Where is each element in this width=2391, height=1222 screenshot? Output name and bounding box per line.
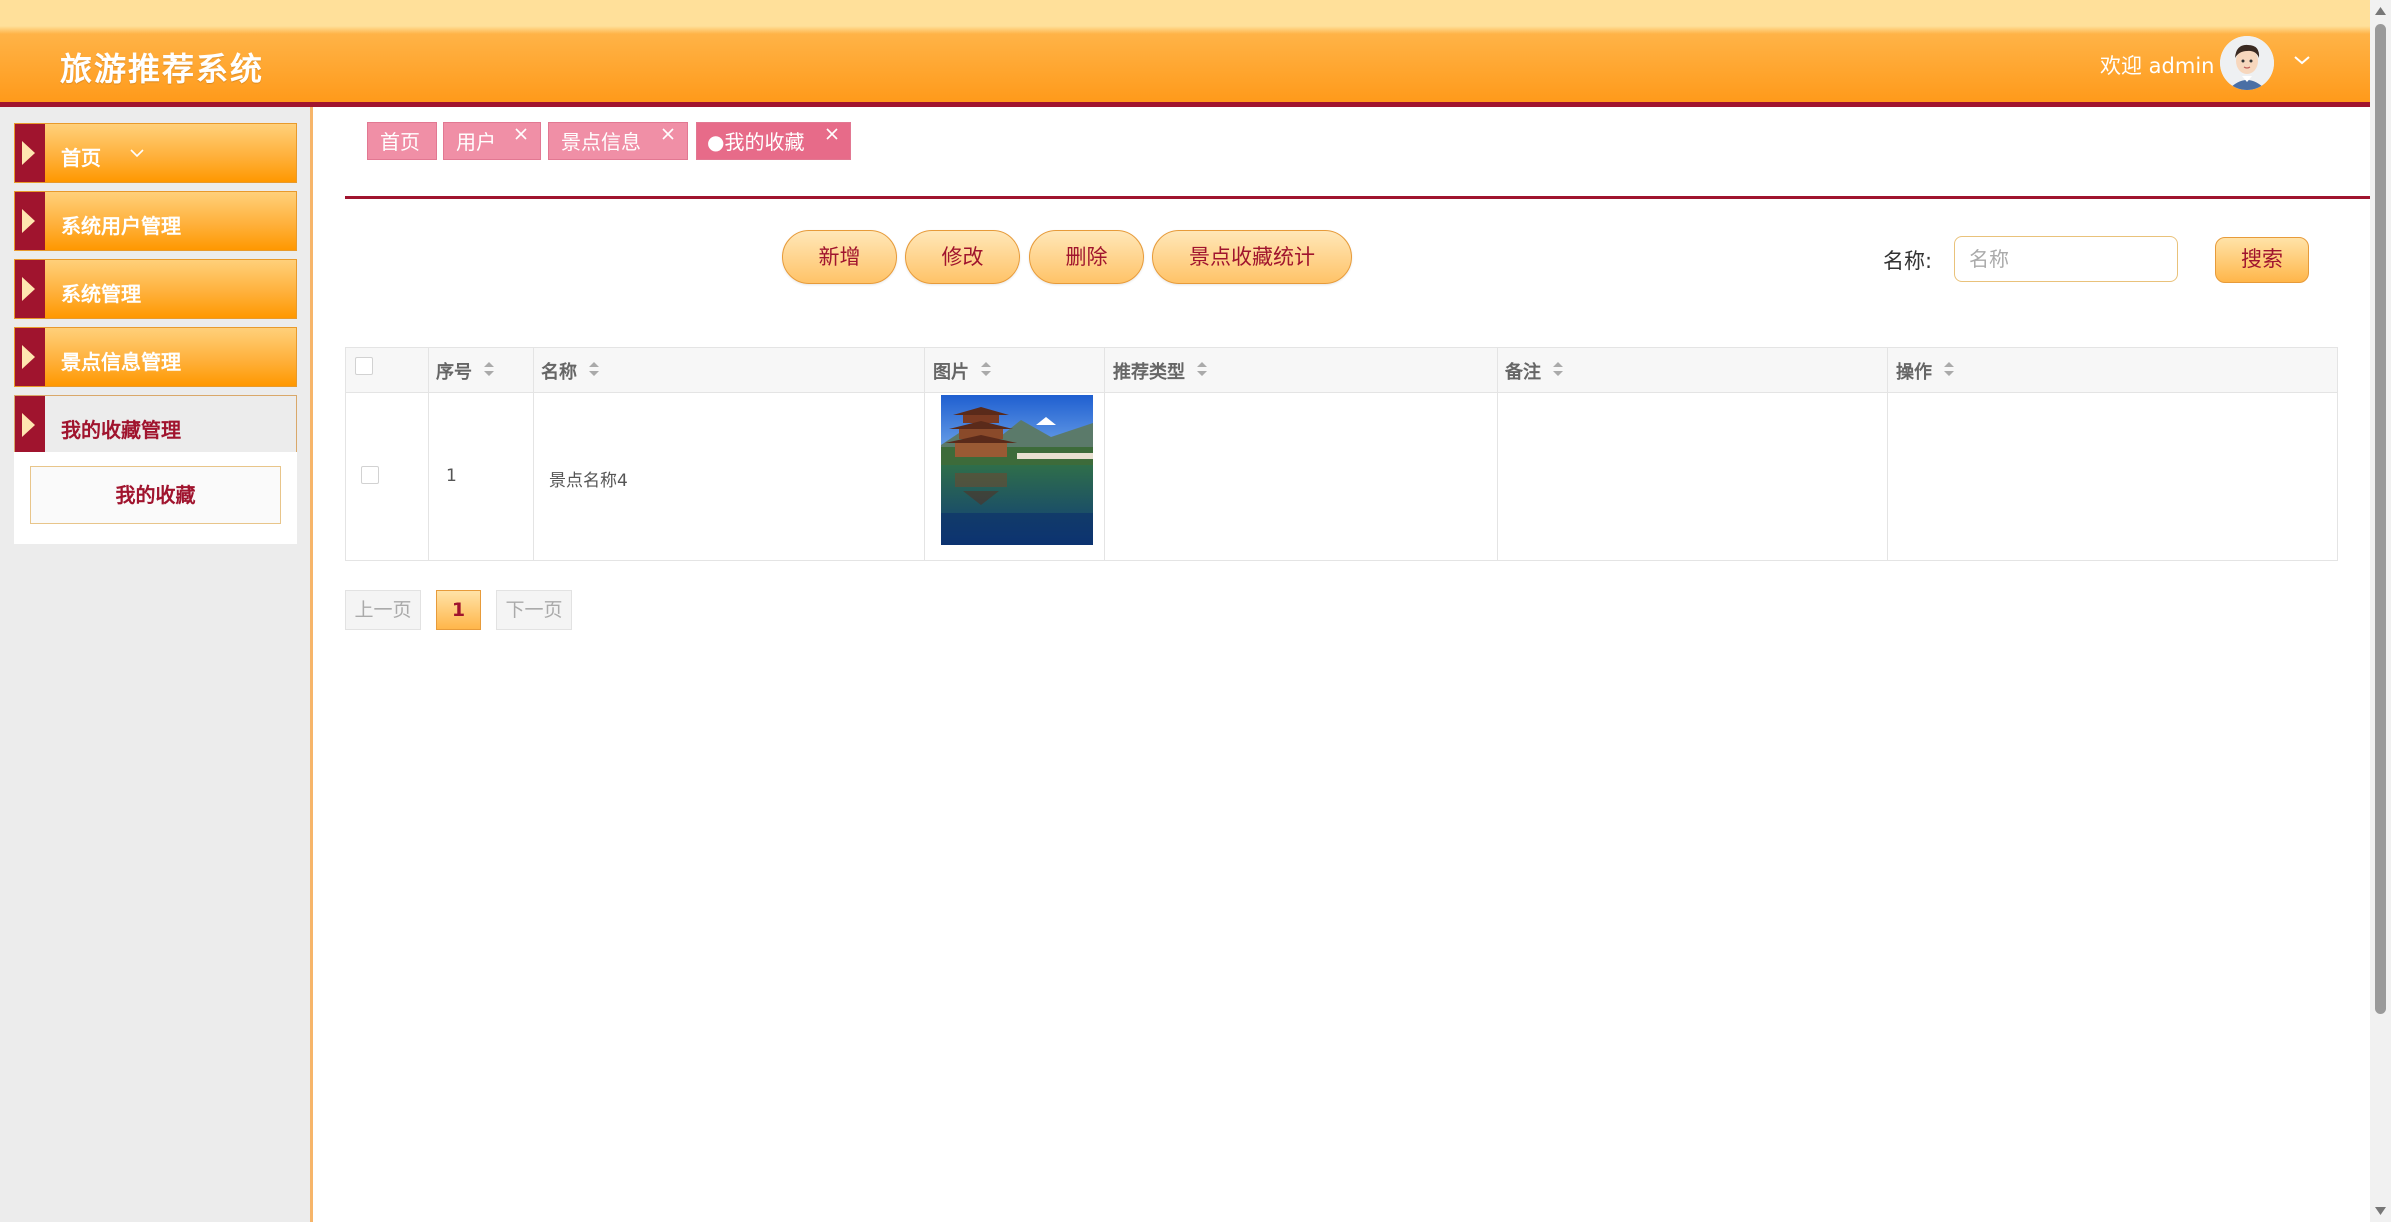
search-label: 名称:: [1883, 249, 1933, 273]
tab-label: 首页: [380, 130, 420, 154]
sidebar-item-scenic-info[interactable]: 景点信息管理: [14, 327, 297, 387]
scrollbar-thumb[interactable]: [2375, 24, 2386, 1014]
favorites-stats-button[interactable]: 景点收藏统计: [1152, 230, 1352, 284]
sidebar-item-home[interactable]: 首页: [14, 123, 297, 183]
sort-icon[interactable]: [1195, 360, 1209, 378]
triangle-right-icon: [15, 192, 45, 250]
sidebar-item-label: 我的收藏管理: [61, 418, 181, 442]
close-icon[interactable]: [661, 127, 675, 141]
data-table: 序号 名称 图片 推荐类型 备注 操作 1 景点名称4: [345, 347, 2338, 561]
column-divider: [1497, 348, 1498, 560]
search-input[interactable]: [1954, 236, 2178, 282]
next-page-button[interactable]: 下一页: [496, 590, 572, 630]
scroll-down-icon[interactable]: [2374, 1206, 2387, 1216]
prev-page-button[interactable]: 上一页: [345, 590, 421, 630]
sidebar-item-label: 系统管理: [61, 282, 141, 306]
triangle-right-icon: [15, 396, 45, 454]
tab-divider: [345, 196, 2370, 199]
sort-icon[interactable]: [1551, 360, 1565, 378]
column-divider: [924, 348, 925, 560]
column-divider: [533, 348, 534, 560]
sort-icon[interactable]: [587, 360, 601, 378]
sidebar-item-favorites[interactable]: 我的收藏管理: [14, 395, 297, 455]
tab-label: ●我的收藏: [707, 130, 805, 154]
pagoda-lake-image: [941, 395, 1093, 545]
page-number-current[interactable]: 1: [436, 590, 481, 630]
sidebar-item-label: 首页: [61, 146, 101, 170]
sort-icon[interactable]: [1942, 360, 1956, 378]
tab-scenic-info[interactable]: 景点信息: [548, 122, 688, 160]
column-header-recommend-type: 推荐类型: [1113, 362, 1185, 383]
column-header-image: 图片: [933, 362, 969, 383]
top-header: 旅游推荐系统 欢迎 admin: [0, 0, 2370, 107]
sort-icon[interactable]: [482, 360, 496, 378]
tab-home[interactable]: 首页: [367, 122, 437, 160]
chevron-down-icon: [130, 149, 144, 158]
user-avatar[interactable]: [2220, 36, 2274, 90]
sidebar-item-system-management[interactable]: 系统管理: [14, 259, 297, 319]
search-button[interactable]: 搜索: [2215, 237, 2309, 283]
column-divider: [428, 348, 429, 560]
welcome-text: 欢迎 admin: [2100, 54, 2215, 78]
app-title: 旅游推荐系统: [60, 50, 265, 88]
sort-icon[interactable]: [979, 360, 993, 378]
cell-index: 1: [446, 466, 457, 486]
triangle-right-icon: [15, 260, 45, 318]
sidebar: 首页 系统用户管理 系统管理 景点信息管理 我的收藏管理 我的收藏: [0, 107, 313, 1222]
scenic-thumbnail: [941, 395, 1093, 545]
column-header-actions: 操作: [1896, 362, 1932, 383]
column-header-name: 名称: [541, 362, 577, 383]
triangle-right-icon: [15, 124, 45, 182]
avatar-icon: [2220, 36, 2274, 90]
tab-my-favorites[interactable]: ●我的收藏: [696, 122, 851, 160]
table-header: [346, 348, 2337, 393]
tab-label: 景点信息: [561, 130, 641, 154]
select-all-checkbox[interactable]: [355, 357, 373, 375]
row-checkbox[interactable]: [361, 466, 379, 484]
triangle-right-icon: [15, 328, 45, 386]
column-divider: [1104, 348, 1105, 560]
sidebar-item-label: 系统用户管理: [61, 214, 181, 238]
cell-name: 景点名称4: [549, 471, 628, 491]
sidebar-submenu: 我的收藏: [14, 452, 297, 544]
edit-button[interactable]: 修改: [905, 230, 1020, 284]
chevron-down-icon[interactable]: [2290, 50, 2314, 70]
column-divider: [1887, 348, 1888, 560]
submenu-item-my-favorites[interactable]: 我的收藏: [30, 466, 281, 524]
add-button[interactable]: 新增: [782, 230, 897, 284]
tab-label: 用户: [456, 130, 496, 154]
close-icon[interactable]: [825, 127, 839, 141]
sidebar-item-system-users[interactable]: 系统用户管理: [14, 191, 297, 251]
close-icon[interactable]: [514, 127, 528, 141]
sidebar-item-label: 景点信息管理: [61, 350, 181, 374]
tab-users[interactable]: 用户: [443, 122, 541, 160]
scroll-up-icon[interactable]: [2374, 6, 2387, 16]
delete-button[interactable]: 删除: [1029, 230, 1144, 284]
column-header-remark: 备注: [1505, 362, 1541, 383]
column-header-index: 序号: [436, 362, 472, 383]
